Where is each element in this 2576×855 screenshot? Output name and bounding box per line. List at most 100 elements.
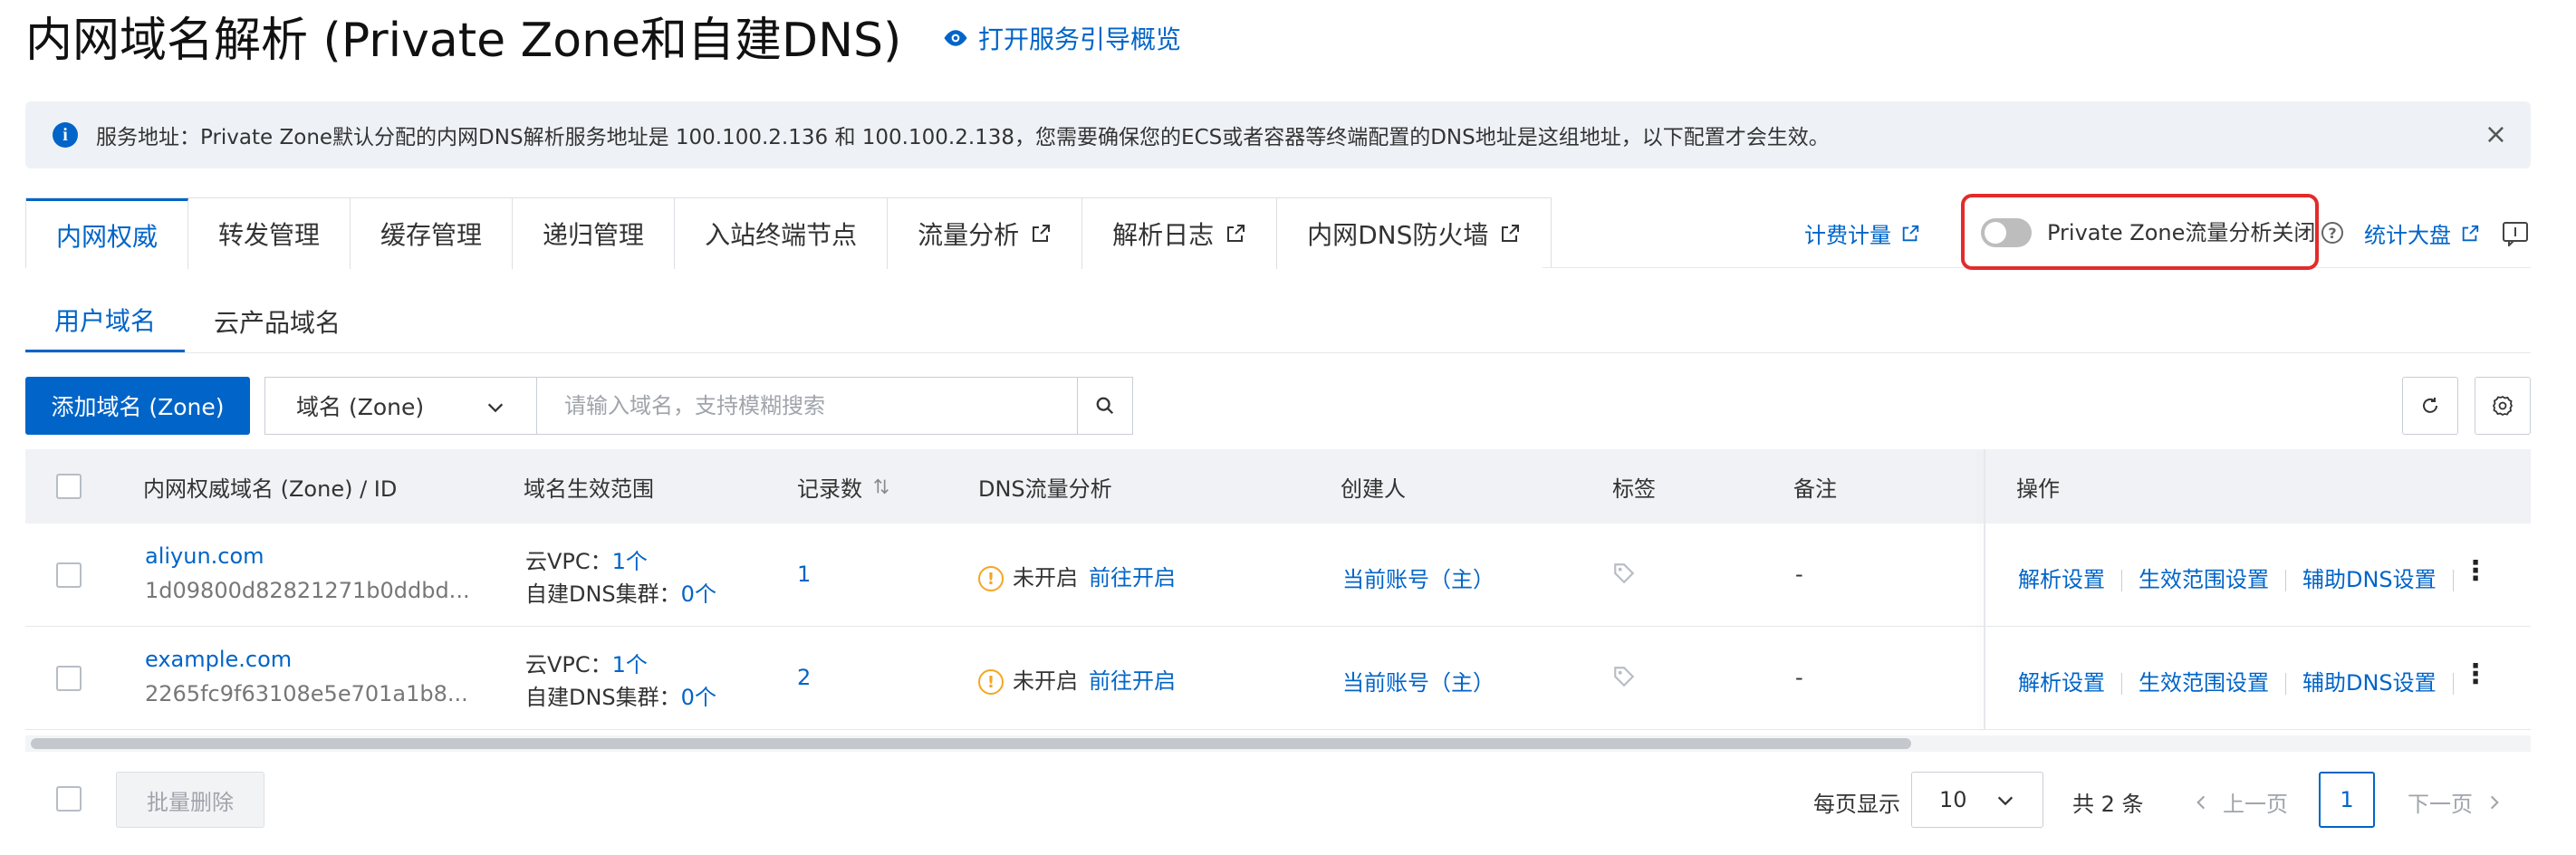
- remark-value: -: [1795, 562, 1803, 587]
- stats-label: 统计大盘: [2364, 223, 2451, 248]
- scope-vpc-count[interactable]: 1个: [612, 549, 648, 574]
- enable-analysis-link[interactable]: 前往开启: [1089, 668, 1176, 694]
- scrollbar-thumb[interactable]: [31, 738, 1911, 749]
- main-tab-label: 入站终端节点: [705, 220, 858, 250]
- search-field-select[interactable]: 域名 (Zone): [264, 377, 536, 435]
- subtab-divider: [25, 352, 2531, 353]
- stats-dashboard-link[interactable]: 统计大盘: [2364, 217, 2480, 249]
- subtab-cloud-product-domains[interactable]: 云产品域名: [185, 290, 370, 353]
- main-tab-7[interactable]: 内网DNS防火墙: [1277, 198, 1552, 269]
- refresh-button[interactable]: [2402, 377, 2458, 435]
- scope-dns-count[interactable]: 0个: [681, 685, 716, 710]
- filter-select-value: 域名 (Zone): [296, 394, 425, 420]
- warning-icon: !: [978, 669, 1004, 695]
- more-actions-icon[interactable]: ⋮: [2462, 558, 2489, 585]
- tag-cell[interactable]: [1612, 562, 1636, 591]
- resolve-settings-link[interactable]: 解析设置: [2018, 567, 2105, 592]
- main-tab-2[interactable]: 缓存管理: [351, 198, 514, 269]
- subtab-user-domains[interactable]: 用户域名: [25, 290, 186, 353]
- main-tab-0[interactable]: 内网权威: [26, 198, 189, 269]
- resolve-settings-link[interactable]: 解析设置: [2018, 670, 2105, 696]
- help-icon[interactable]: ?: [2321, 222, 2343, 244]
- scope-settings-link[interactable]: 生效范围设置: [2139, 567, 2269, 592]
- record-count-link[interactable]: 1: [797, 562, 811, 587]
- creator-link[interactable]: 当前账号（主）: [1342, 562, 1495, 593]
- record-count-link[interactable]: 2: [797, 665, 811, 690]
- service-guide-label: 打开服务引导概览: [978, 24, 1182, 54]
- billing-label: 计费计量: [1804, 223, 1891, 248]
- external-link-icon: [1902, 225, 1919, 241]
- secondary-dns-settings-link[interactable]: 辅助DNS设置: [2302, 567, 2437, 592]
- select-all-checkbox[interactable]: [56, 474, 82, 499]
- gear-icon: [2492, 395, 2514, 417]
- warning-icon: !: [978, 566, 1004, 591]
- col-tags: 标签: [1612, 476, 1656, 502]
- sub-tabs: 用户域名 云产品域名: [25, 290, 370, 353]
- chevron-right-icon: [2490, 795, 2499, 809]
- next-page-button[interactable]: 下一页: [2408, 786, 2504, 818]
- search-input[interactable]: [536, 377, 1078, 435]
- main-tab-4[interactable]: 入站终端节点: [675, 198, 889, 269]
- secondary-dns-settings-link[interactable]: 辅助DNS设置: [2302, 670, 2437, 696]
- row-actions: 解析设置 生效范围设置 辅助DNS设置: [2018, 665, 2470, 696]
- action-separator: [2452, 570, 2454, 591]
- scope-vpc-count[interactable]: 1个: [612, 652, 648, 677]
- prev-page-button[interactable]: 上一页: [2192, 786, 2288, 818]
- main-tab-6[interactable]: 解析日志: [1082, 198, 1278, 269]
- row-actions: 解析设置 生效范围设置 辅助DNS设置: [2018, 562, 2470, 593]
- per-page-select[interactable]: 10: [1911, 772, 2043, 828]
- enable-analysis-link[interactable]: 前往开启: [1089, 565, 1176, 591]
- total-count: 共 2 条: [2072, 792, 2144, 817]
- prev-page-label: 上一页: [2223, 792, 2288, 817]
- more-actions-icon[interactable]: ⋮: [2462, 661, 2489, 688]
- search-button[interactable]: [1077, 377, 1133, 435]
- scope-vpc-label: 云VPC：: [525, 652, 612, 677]
- zone-name-link[interactable]: aliyun.com: [145, 543, 264, 569]
- page-number-current[interactable]: 1: [2319, 772, 2375, 828]
- action-separator: [2121, 673, 2122, 695]
- col-remark: 备注: [1793, 476, 1837, 502]
- main-tab-label: 内网DNS防火墙: [1307, 220, 1489, 250]
- external-link-icon: [1033, 225, 1051, 242]
- main-tab-5[interactable]: 流量分析: [888, 198, 1083, 269]
- dns-analysis-status: ! 未开启 前往开启: [978, 663, 1176, 695]
- table-row: example.com 2265fc9f63108e5e701a1b8... 云VP…: [25, 627, 2531, 730]
- refresh-icon: [2423, 398, 2437, 413]
- action-separator: [2285, 673, 2286, 695]
- traffic-analysis-toggle[interactable]: [1981, 218, 2032, 247]
- billing-link[interactable]: 计费计量: [1804, 217, 1920, 249]
- analysis-status-text: 未开启: [1013, 668, 1078, 694]
- col-scope: 域名生效范围: [524, 476, 654, 502]
- per-page-label: 每页显示: [1813, 792, 1900, 817]
- service-guide-link[interactable]: 打开服务引导概览: [942, 20, 1181, 56]
- scope-vpc-label: 云VPC：: [525, 549, 612, 574]
- scope-dns: 自建DNS集群：0个: [525, 679, 716, 711]
- main-tab-3[interactable]: 递归管理: [513, 198, 676, 269]
- close-icon[interactable]: ×: [2485, 121, 2507, 149]
- footer-select-all-checkbox[interactable]: [56, 786, 82, 812]
- table-settings-button[interactable]: [2475, 377, 2531, 435]
- col-records[interactable]: 记录数: [797, 449, 891, 524]
- scope-dns-count[interactable]: 0个: [681, 581, 716, 607]
- feedback-icon[interactable]: [2502, 221, 2529, 246]
- add-zone-button[interactable]: 添加域名 (Zone): [25, 377, 250, 435]
- tag-cell[interactable]: [1612, 665, 1636, 694]
- col-dns-analysis: DNS流量分析: [978, 476, 1112, 502]
- batch-delete-button[interactable]: 批量删除: [116, 772, 264, 828]
- tag-icon: [1614, 667, 1635, 687]
- chevron-down-icon: [487, 403, 504, 413]
- scope-vpc: 云VPC：1个: [525, 543, 648, 575]
- scope-settings-link[interactable]: 生效范围设置: [2139, 670, 2269, 696]
- actions-column-divider: [1984, 449, 1985, 730]
- creator-link[interactable]: 当前账号（主）: [1342, 665, 1495, 696]
- remark-value: -: [1795, 665, 1803, 690]
- main-tab-label: 内网权威: [56, 221, 159, 252]
- main-tab-1[interactable]: 转发管理: [188, 198, 351, 269]
- main-tab-label: 转发管理: [218, 220, 321, 250]
- row-checkbox[interactable]: [56, 562, 82, 588]
- chevron-left-icon: [2196, 795, 2206, 809]
- zone-name-link[interactable]: example.com: [145, 647, 292, 672]
- banner-text: 服务地址：Private Zone默认分配的内网DNS解析服务地址是 100.1…: [96, 126, 1830, 149]
- row-checkbox[interactable]: [56, 666, 82, 691]
- toggle-knob: [1985, 222, 2006, 244]
